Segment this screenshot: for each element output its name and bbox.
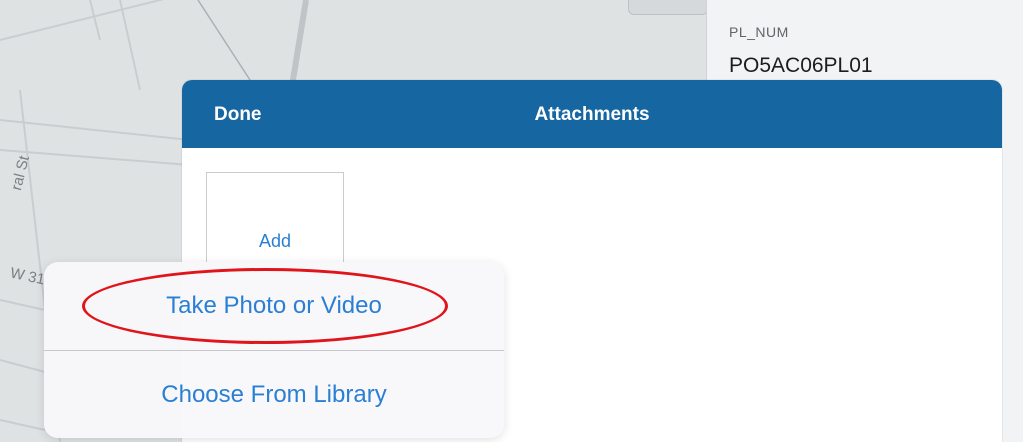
field-label-pl-num: PL_NUM [729, 24, 789, 40]
modal-header: Done Attachments [182, 80, 1002, 148]
take-photo-or-video-button[interactable]: Take Photo or Video [44, 262, 504, 350]
choose-from-library-button[interactable]: Choose From Library [44, 351, 504, 438]
add-attachment-label: Add [258, 231, 292, 251]
field-value-pl-num: PO5AC06PL01 [729, 54, 873, 77]
screen: ral St W 31 PL_NUM PO5AC06PL01 Done Atta… [0, 0, 1023, 442]
action-sheet: Take Photo or Video Choose From Library [44, 262, 504, 438]
modal-title: Attachments [534, 104, 650, 125]
top-tab [628, 0, 708, 15]
